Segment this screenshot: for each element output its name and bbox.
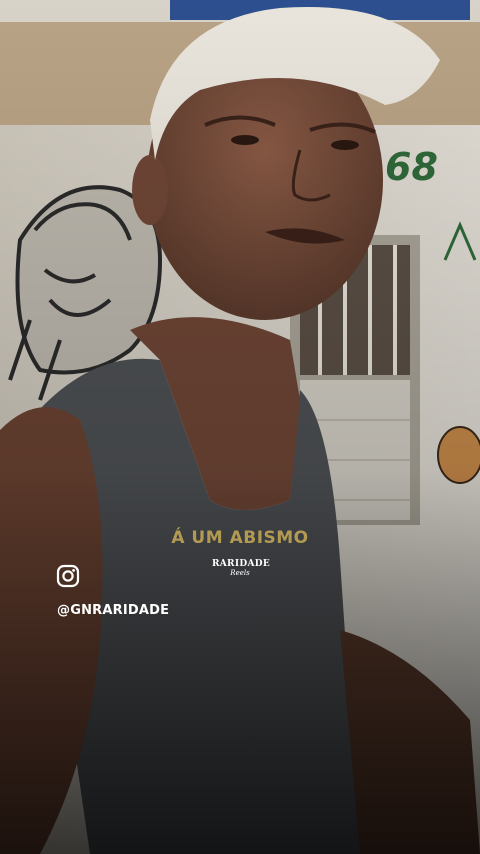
account-handle: @GNRARIDADE	[57, 603, 170, 618]
subtitle-caption: Á UM ABISMO	[171, 528, 309, 548]
logo-sub: Reels	[230, 569, 250, 577]
logo-brand: RARIDADE	[212, 559, 271, 569]
video-frame: 68	[0, 0, 480, 854]
instagram-icon	[56, 564, 80, 588]
watermark-logo: RARIDADE Reels	[212, 559, 271, 577]
